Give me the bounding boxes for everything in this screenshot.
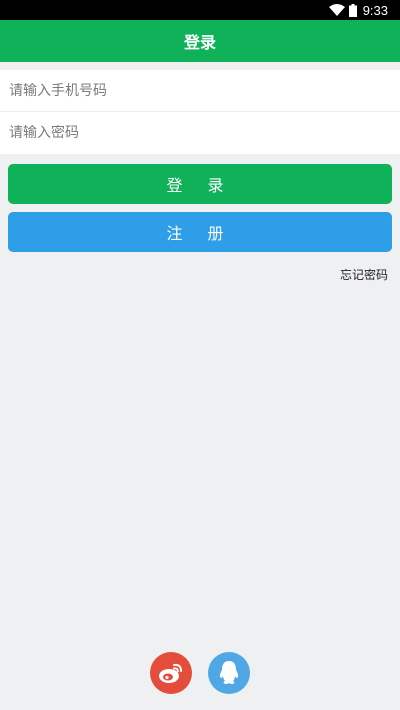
battery-icon (348, 3, 357, 17)
status-bar: 9:33 (0, 0, 400, 20)
register-button[interactable]: 注 册 (8, 212, 392, 252)
phone-input[interactable] (9, 82, 389, 99)
password-row (0, 112, 400, 154)
page-title: 登录 (183, 33, 216, 52)
wifi-icon (328, 4, 345, 16)
status-time: 9:33 (362, 2, 388, 18)
app-bar: 登录 (0, 20, 400, 62)
qq-icon (219, 661, 239, 684)
password-input[interactable] (9, 125, 389, 141)
weibo-login-button[interactable] (150, 652, 192, 694)
phone-row (0, 70, 400, 112)
forgot-password-link[interactable]: 忘记密码 (340, 266, 388, 283)
weibo-icon (159, 663, 182, 683)
login-button[interactable]: 登 录 (8, 164, 392, 204)
login-form (0, 70, 400, 154)
qq-login-button[interactable] (208, 652, 250, 694)
